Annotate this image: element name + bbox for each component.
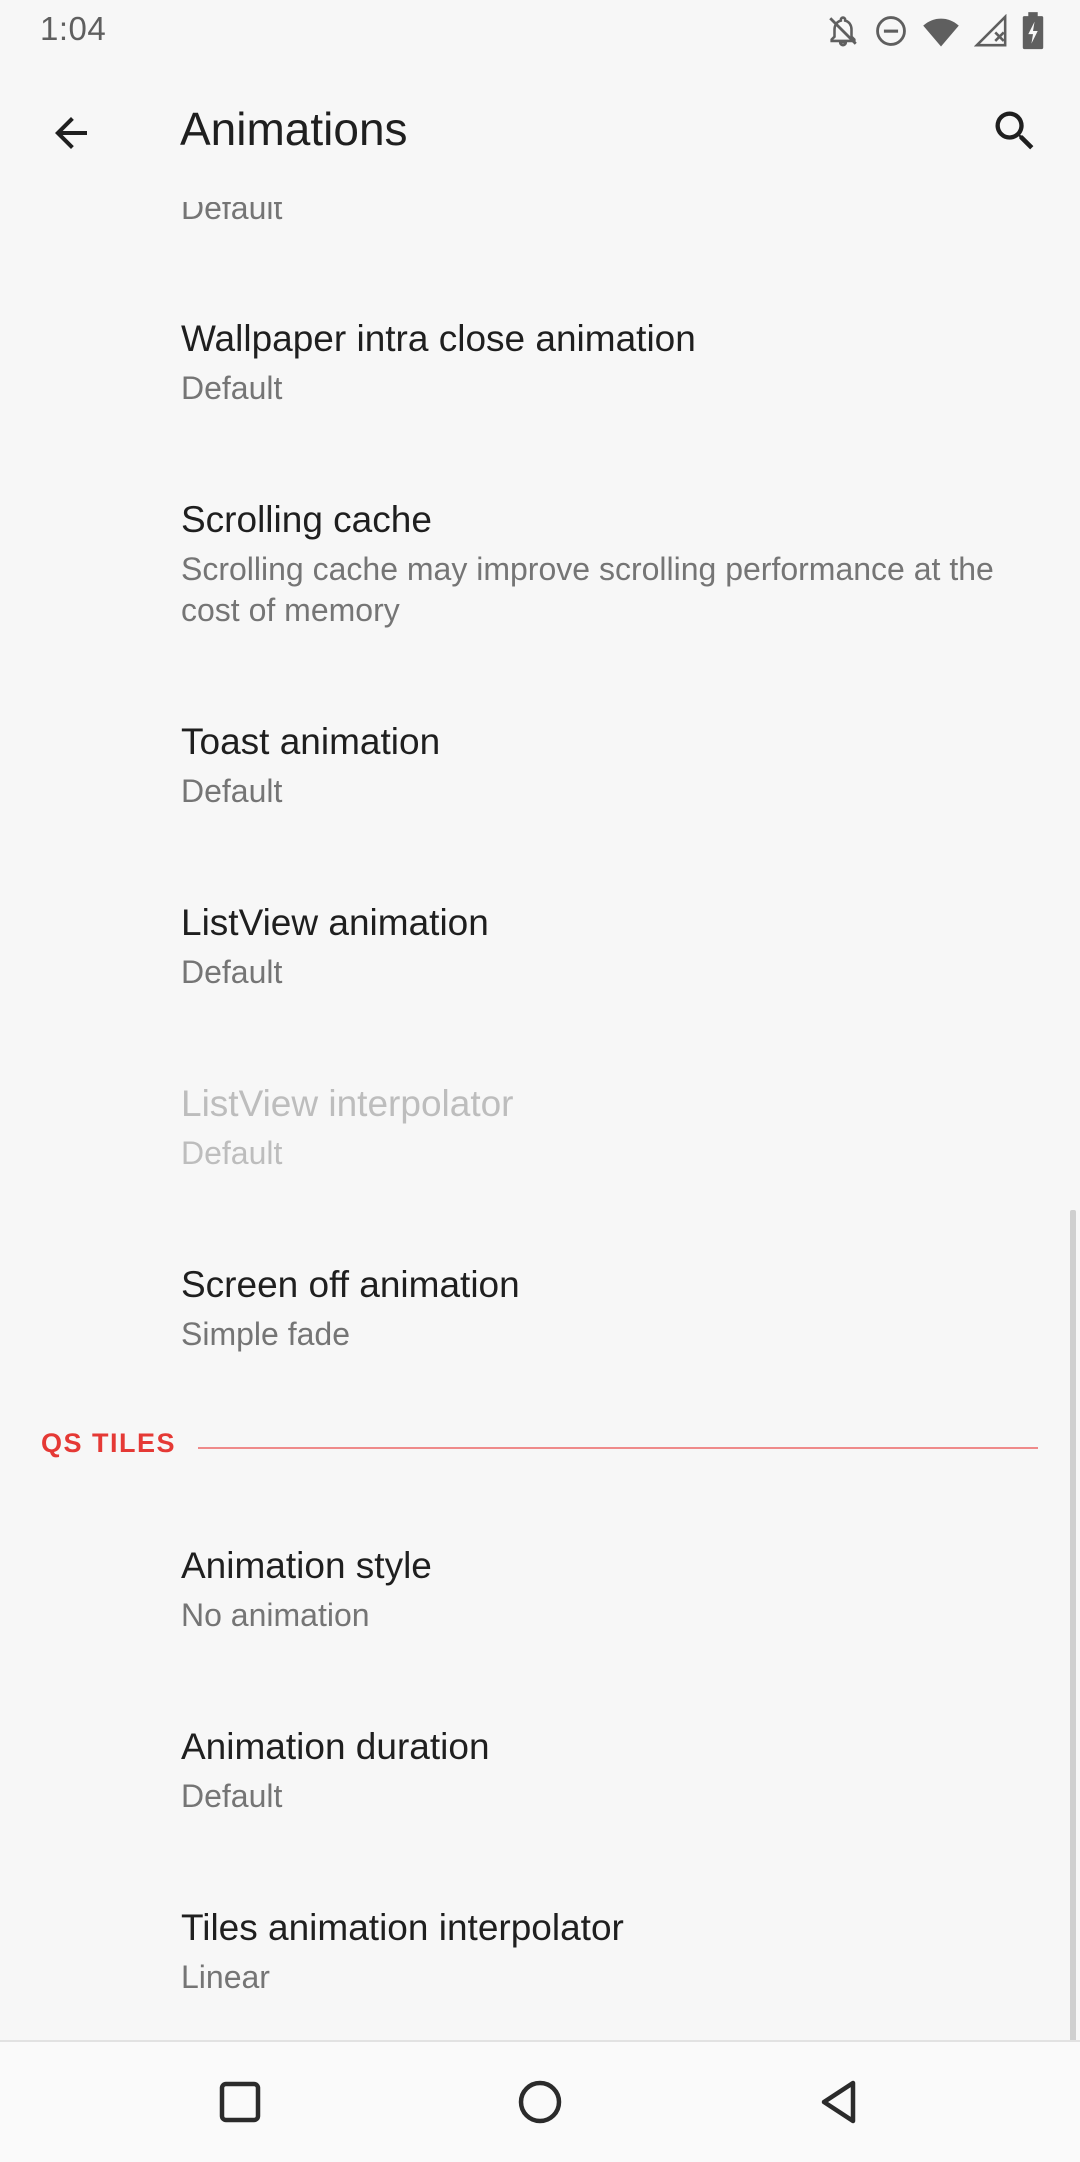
page-title: Animations	[180, 103, 408, 155]
pref-summary: No animation	[181, 1597, 370, 1633]
pref-title: ListView interpolator	[181, 1083, 514, 1124]
pref-animation-duration[interactable]: Animation duration Default	[0, 1726, 1080, 1846]
pref-tiles-animation-interpolator[interactable]: Tiles animation interpolator Linear	[0, 1907, 1080, 2027]
pref-listview-interpolator: ListView interpolator Default	[0, 1083, 1080, 1203]
navigation-bar	[0, 2040, 1080, 2162]
partial-pref-summary: Default	[181, 202, 283, 226]
home-circle-icon	[518, 2080, 562, 2124]
status-icons	[826, 12, 1044, 50]
pref-summary: Default	[181, 1778, 283, 1814]
do-not-disturb-icon	[874, 14, 908, 48]
pref-summary: Default	[181, 954, 283, 990]
pref-listview-animation[interactable]: ListView animation Default	[0, 902, 1080, 1022]
pref-title: Scrolling cache	[181, 499, 432, 540]
pref-animation-style[interactable]: Animation style No animation	[0, 1545, 1080, 1665]
category-qs-tiles: QS TILES	[0, 1428, 1080, 1468]
pref-title: Screen off animation	[181, 1264, 520, 1305]
search-button[interactable]	[978, 94, 1052, 168]
status-time: 1:04	[40, 10, 107, 47]
search-icon	[995, 111, 1034, 150]
nav-back-button[interactable]	[798, 2060, 882, 2144]
arrow-back-icon	[55, 117, 87, 149]
pref-toast-animation[interactable]: Toast animation Default	[0, 721, 1080, 841]
pref-wallpaper-intra-close-animation[interactable]: Wallpaper intra close animation Default	[0, 318, 1080, 438]
category-divider	[198, 1447, 1038, 1449]
pref-summary: Scrolling cache may improve scrolling pe…	[181, 551, 994, 628]
pref-summary: Default	[181, 773, 283, 809]
pref-scrolling-cache[interactable]: Scrolling cache Scrolling cache may impr…	[0, 499, 1080, 649]
notifications-off-icon	[826, 13, 860, 49]
pref-summary: Default	[181, 370, 283, 406]
settings-list[interactable]: Default Wallpaper intra close animation …	[0, 202, 1080, 2040]
category-title: QS TILES	[41, 1428, 177, 1458]
wifi-icon	[922, 14, 960, 48]
pref-title: Toast animation	[181, 721, 441, 762]
pref-summary: Simple fade	[181, 1316, 350, 1352]
pref-title: Animation duration	[181, 1726, 490, 1767]
back-button[interactable]	[36, 98, 106, 168]
home-button[interactable]	[498, 2060, 582, 2144]
scrollbar[interactable]	[1070, 1210, 1076, 2042]
battery-charging-icon	[1022, 12, 1044, 50]
pref-screen-off-animation[interactable]: Screen off animation Simple fade	[0, 1264, 1080, 1384]
back-triangle-icon	[821, 2080, 856, 2124]
cellular-signal-icon	[974, 14, 1008, 48]
app-bar: Animations	[0, 62, 1080, 202]
pref-title: Animation style	[181, 1545, 432, 1586]
pref-title: Tiles animation interpolator	[181, 1907, 624, 1948]
pref-summary: Default	[181, 1135, 283, 1171]
pref-title: ListView animation	[181, 902, 489, 943]
pref-summary: Linear	[181, 1959, 270, 1995]
recents-square-icon	[219, 2081, 261, 2123]
status-bar: 1:04	[0, 0, 1080, 62]
pref-title: Wallpaper intra close animation	[181, 318, 696, 359]
recents-button[interactable]	[198, 2060, 282, 2144]
